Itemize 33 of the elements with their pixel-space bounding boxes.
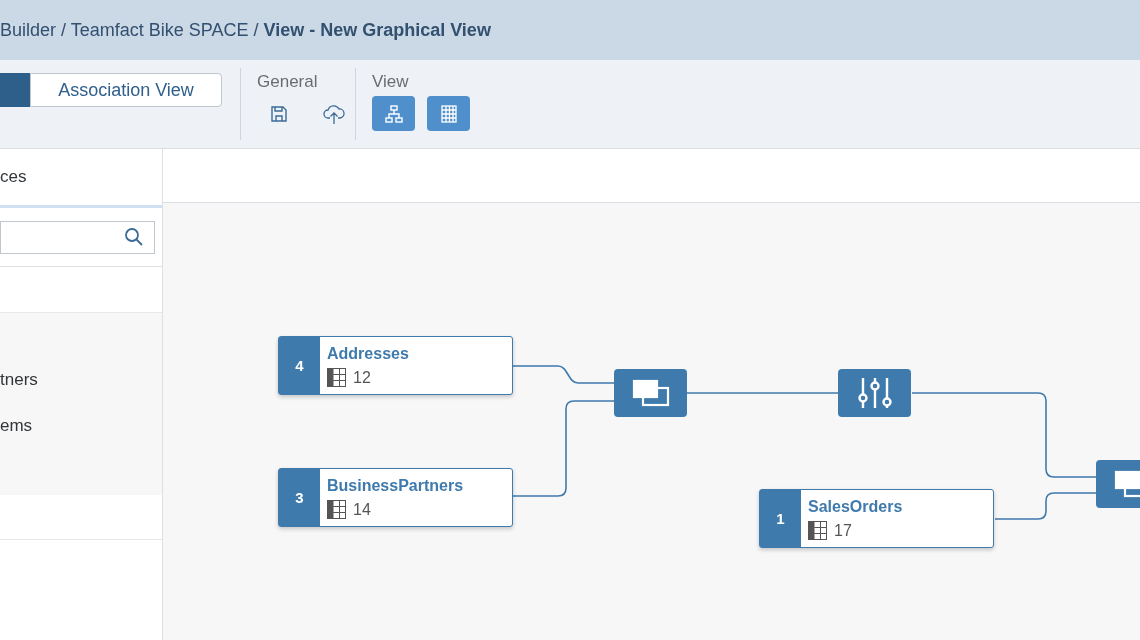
grid-button[interactable] — [427, 96, 470, 131]
table-icon — [327, 500, 346, 519]
hierarchy-icon — [383, 103, 404, 124]
column-count: 12 — [353, 368, 371, 387]
node-number: 1 — [760, 490, 801, 547]
table-node[interactable]: 1 SalesOrders 17 — [759, 489, 994, 548]
search-icon — [124, 227, 144, 247]
group-title: View — [372, 72, 410, 92]
search-field[interactable] — [0, 220, 155, 254]
overlapping-windows-icon — [630, 378, 671, 408]
overlapping-windows-icon — [1112, 469, 1140, 499]
column-count: 17 — [834, 521, 852, 540]
node-name: Addresses — [327, 345, 409, 363]
sidebar-tab[interactable]: ces — [0, 167, 27, 187]
node-number: 4 — [279, 337, 320, 394]
breadcrumb: Builder / Teamfact Bike SPACE / View - New Graphical View — [0, 19, 491, 41]
group-title: General — [257, 72, 319, 92]
table-icon — [808, 521, 827, 540]
diagram-button[interactable] — [372, 96, 415, 131]
grid-icon — [438, 103, 459, 124]
association-view-button[interactable]: Association View — [30, 73, 222, 107]
table-node[interactable]: 3 BusinessPartners 14 — [278, 468, 513, 527]
node-name: BusinessPartners — [327, 477, 464, 495]
node-number: 3 — [279, 469, 320, 526]
cloud-upload-icon — [321, 102, 346, 125]
projection-node[interactable] — [838, 369, 911, 417]
node-name: SalesOrders — [808, 498, 903, 516]
union-node[interactable] — [614, 369, 687, 417]
column-count: 14 — [353, 500, 371, 519]
repository-item[interactable]: tners — [0, 370, 162, 390]
repository-item[interactable]: ems — [0, 416, 162, 436]
table-icon — [327, 368, 346, 387]
table-node[interactable]: 4 Addresses 12 — [278, 336, 513, 395]
